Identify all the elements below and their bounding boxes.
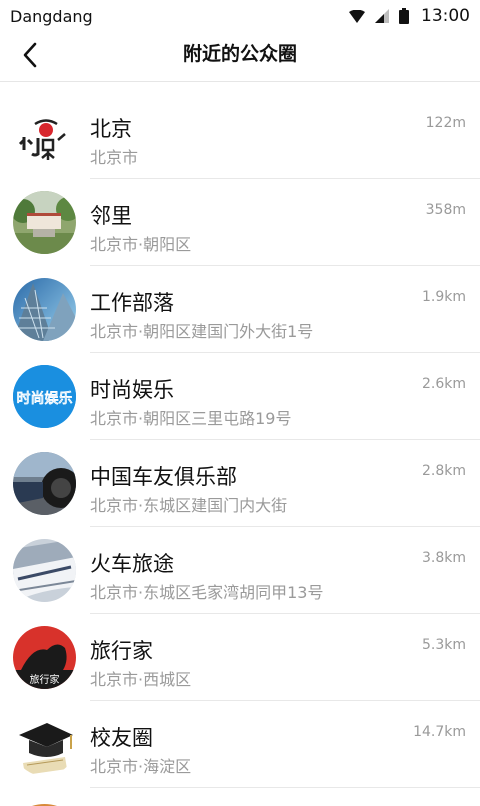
skyscraper-photo-icon: [13, 278, 76, 341]
circle-address: 北京市·西城区: [90, 670, 192, 689]
status-bar: Dangdang 13:00: [0, 0, 480, 32]
car-photo-icon: [13, 452, 76, 515]
page-title: 附近的公众圈: [182, 43, 297, 65]
circle-name: 工作部落: [90, 291, 174, 315]
graduation-cap-icon: [13, 713, 76, 776]
list-item[interactable]: 旅行家 旅行家 北京市·西城区 5.3km: [0, 614, 480, 701]
circle-address: 北京市·朝阳区建国门外大街1号: [90, 322, 314, 341]
fashion-logo-text: 时尚娱乐: [17, 391, 73, 407]
wifi-icon: [349, 9, 365, 23]
fashion-logo-icon: 时尚娱乐: [13, 365, 76, 428]
circle-address: 北京市·朝阳区: [90, 235, 192, 254]
circle-distance: 1.9km: [421, 289, 466, 305]
circle-distance: 14.7km: [413, 724, 466, 740]
circle-name: 邻里: [90, 204, 132, 228]
circle-distance: 5.3km: [421, 637, 466, 653]
circle-name: 火车旅途: [90, 552, 174, 576]
navigation-bar: 附近的公众圈: [0, 32, 480, 82]
circle-address: 北京市·东城区毛家湾胡同甲13号: [90, 583, 324, 602]
circle-name: 中国车友俱乐部: [90, 465, 237, 489]
circle-address: 北京市: [90, 148, 139, 167]
circle-address: 北京市·海淀区: [90, 757, 192, 776]
train-photo-icon: [13, 539, 76, 602]
circle-distance: 3.8km: [421, 550, 466, 566]
traveler-logo-icon: 旅行家: [13, 626, 76, 689]
circle-name: 时尚娱乐: [90, 378, 174, 402]
circle-distance: 358m: [425, 202, 466, 218]
list-item[interactable]: 火车旅途 北京市·东城区毛家湾胡同甲13号 3.8km: [0, 527, 480, 614]
circle-distance: 122m: [425, 115, 466, 131]
list-item[interactable]: 邻里 北京市·朝阳区 358m: [0, 179, 480, 266]
divider: [90, 787, 480, 788]
circle-address: 北京市·朝阳区三里屯路19号: [90, 409, 292, 428]
list-item[interactable]: 时尚娱乐 时尚娱乐 北京市·朝阳区三里屯路19号 2.6km: [0, 353, 480, 440]
list-item[interactable]: 校友圈 北京市·海淀区 14.7km: [0, 701, 480, 788]
battery-icon: [399, 8, 409, 24]
traveler-logo-text: 旅行家: [30, 673, 60, 686]
neighborhood-photo-icon: [13, 191, 76, 254]
carrier-name: Dangdang: [10, 6, 93, 26]
beijing-logo-icon: [13, 104, 76, 167]
circle-distance: 2.6km: [421, 376, 466, 392]
list-item[interactable]: 工作部落 北京市·朝阳区建国门外大街1号 1.9km: [0, 266, 480, 353]
circle-distance: 2.8km: [421, 463, 466, 479]
next-item-avatar-peek: [13, 796, 76, 806]
circle-name: 旅行家: [90, 639, 153, 663]
nearby-circles-list: 北京 北京市 122m 邻里 北京市·朝阳区 358m 工作部落 北京市·朝阳区…: [0, 92, 480, 788]
circle-address: 北京市·东城区建国门内大街: [90, 496, 288, 515]
signal-icon: [375, 9, 389, 23]
list-item[interactable]: 北京 北京市 122m: [0, 92, 480, 179]
status-icons: 13:00: [349, 6, 470, 26]
status-time: 13:00: [421, 6, 470, 26]
list-item[interactable]: 中国车友俱乐部 北京市·东城区建国门内大街 2.8km: [0, 440, 480, 527]
circle-name: 校友圈: [90, 726, 153, 750]
circle-name: 北京: [90, 117, 132, 141]
